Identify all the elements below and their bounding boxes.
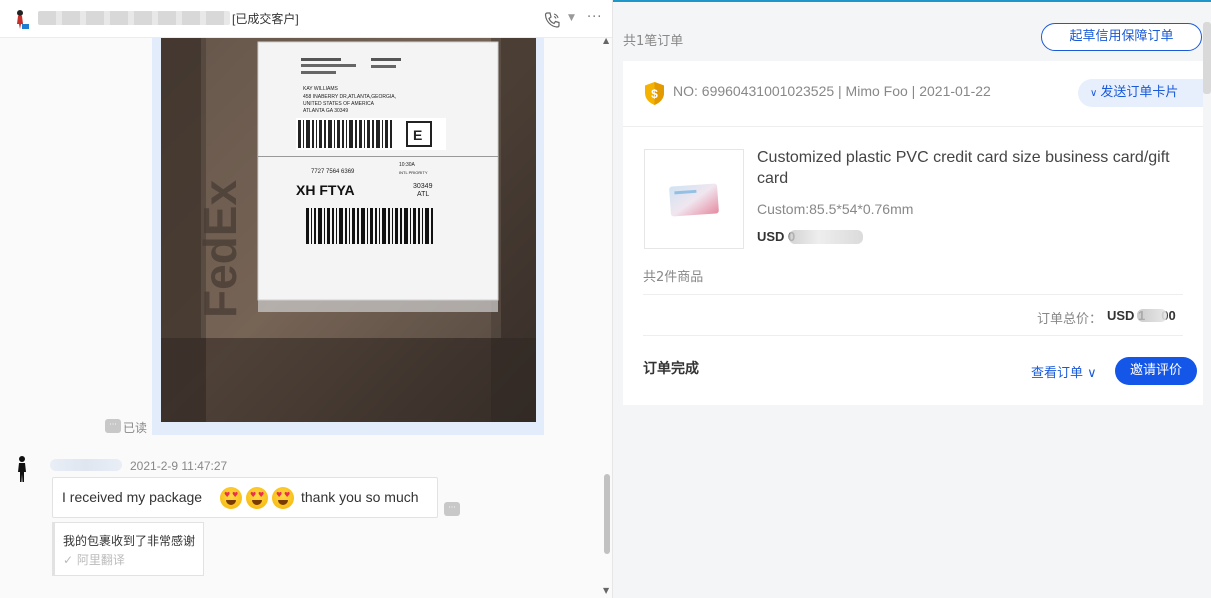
svg-text:ATL: ATL bbox=[417, 191, 429, 198]
total-redacted bbox=[1137, 309, 1167, 322]
draft-trade-assurance-order-button[interactable]: 起草信用保障订单 bbox=[1041, 23, 1202, 51]
svg-text:KAY WILLIAMS: KAY WILLIAMS bbox=[303, 86, 338, 92]
svg-text:ATLANTA GA 30349: ATLANTA GA 30349 bbox=[303, 108, 348, 114]
svg-text:$: $ bbox=[651, 87, 658, 101]
svg-text:E: E bbox=[413, 127, 422, 143]
chat-pane: [已成交客户] ▼ ··· FedEx KAY WILLIAMS 458 INA… bbox=[0, 0, 613, 598]
svg-text:30349: 30349 bbox=[413, 183, 433, 190]
order-status: 订单完成 bbox=[643, 361, 699, 377]
divider bbox=[643, 335, 1183, 336]
contact-name-redacted bbox=[38, 11, 230, 25]
package-photo[interactable]: FedEx KAY WILLIAMS 458 INABERRY DR,ATLAN… bbox=[161, 38, 536, 422]
panel-scrollbar-thumb[interactable] bbox=[1203, 22, 1211, 94]
divider bbox=[643, 294, 1183, 295]
view-order-link[interactable]: 查看订单 ∨ bbox=[1031, 362, 1097, 381]
product-title[interactable]: Customized plastic PVC credit card size … bbox=[757, 147, 1177, 189]
sender-name-redacted bbox=[50, 459, 122, 471]
heart-eyes-emoji-icon: ♥ ♥ bbox=[272, 487, 294, 509]
sender-avatar[interactable] bbox=[12, 455, 32, 483]
message-text-part2: thank you so much bbox=[301, 489, 419, 505]
svg-text:XH FTYA: XH FTYA bbox=[296, 182, 355, 198]
heart-eyes-emoji-icon: ♥ ♥ bbox=[246, 487, 268, 509]
app-window: [已成交客户] ▼ ··· FedEx KAY WILLIAMS 458 INA… bbox=[0, 0, 1211, 598]
chat-scrollbar-thumb[interactable] bbox=[604, 474, 610, 554]
customer-tag: [已成交客户] bbox=[232, 12, 299, 26]
svg-text:7727 7564 6369: 7727 7564 6369 bbox=[311, 169, 355, 175]
message-options-icon[interactable]: ··· bbox=[105, 419, 121, 433]
price-redacted bbox=[789, 230, 863, 244]
chevron-down-icon: ∨ bbox=[1090, 88, 1098, 99]
panel-top-border bbox=[613, 0, 1211, 2]
translation-bubble: 我的包裹收到了非常感谢 ✓ 阿里翻译 bbox=[52, 522, 204, 576]
svg-text:10:30A: 10:30A bbox=[399, 162, 416, 168]
phone-icon[interactable] bbox=[543, 11, 561, 29]
items-count: 共2件商品 bbox=[643, 270, 704, 285]
message-timestamp: 2021-2-9 11:47:27 bbox=[130, 459, 228, 473]
contact-avatar[interactable] bbox=[10, 8, 30, 30]
order-card: $ NO: 69960431001023525 | Mimo Foo | 202… bbox=[623, 61, 1203, 405]
message-text-part1: I received my package bbox=[62, 489, 203, 505]
send-order-card-button[interactable]: ∨ 发送订单卡片 bbox=[1078, 79, 1203, 107]
chevron-down-icon: ∨ bbox=[1087, 366, 1097, 381]
chat-header: [已成交客户] ▼ ··· bbox=[0, 0, 612, 38]
order-total-label: 订单总价： bbox=[1037, 312, 1103, 327]
translation-text: 我的包裹收到了非常感谢 bbox=[63, 534, 196, 548]
order-panel: 共1笔订单 起草信用保障订单 $ NO: 69960431001023525 |… bbox=[613, 0, 1211, 598]
product-spec: Custom:85.5*54*0.76mm bbox=[757, 201, 914, 217]
message-options-icon[interactable]: ··· bbox=[444, 502, 460, 516]
divider bbox=[623, 126, 1203, 127]
package-photo-art: FedEx KAY WILLIAMS 458 INABERRY DR,ATLAN… bbox=[161, 38, 536, 422]
translation-source: ✓ 阿里翻译 bbox=[63, 553, 125, 567]
dollar-shield-icon: $ bbox=[645, 82, 664, 105]
product-thumbnail[interactable] bbox=[644, 149, 744, 249]
fedex-logo-print: FedEx bbox=[194, 180, 246, 318]
scroll-up-arrow-icon[interactable]: ▲ bbox=[603, 36, 609, 45]
more-options-icon[interactable]: ··· bbox=[587, 10, 602, 25]
svg-text:UNITED STATES OF AMERICA: UNITED STATES OF AMERICA bbox=[303, 101, 375, 107]
invite-review-button[interactable]: 邀请评价 bbox=[1115, 357, 1197, 385]
scroll-down-arrow-icon[interactable]: ▼ bbox=[603, 586, 609, 595]
svg-text:INTL PRIORITY: INTL PRIORITY bbox=[399, 170, 428, 175]
heart-eyes-emoji-icon: ♥ ♥ bbox=[220, 487, 242, 509]
read-status: 已读 bbox=[123, 421, 148, 435]
text-message-bubble[interactable]: I received my package ♥ ♥ ♥ ♥ ♥ ♥ thank you… bbox=[52, 477, 438, 518]
order-meta: NO: 69960431001023525 | Mimo Foo | 2021-… bbox=[673, 83, 991, 99]
svg-text:458 INABERRY DR,ATLANTA,GEORGI: 458 INABERRY DR,ATLANTA,GEORGIA, bbox=[303, 94, 396, 100]
chevron-down-icon[interactable]: ▼ bbox=[568, 13, 575, 23]
order-count: 共1笔订单 bbox=[623, 34, 684, 49]
